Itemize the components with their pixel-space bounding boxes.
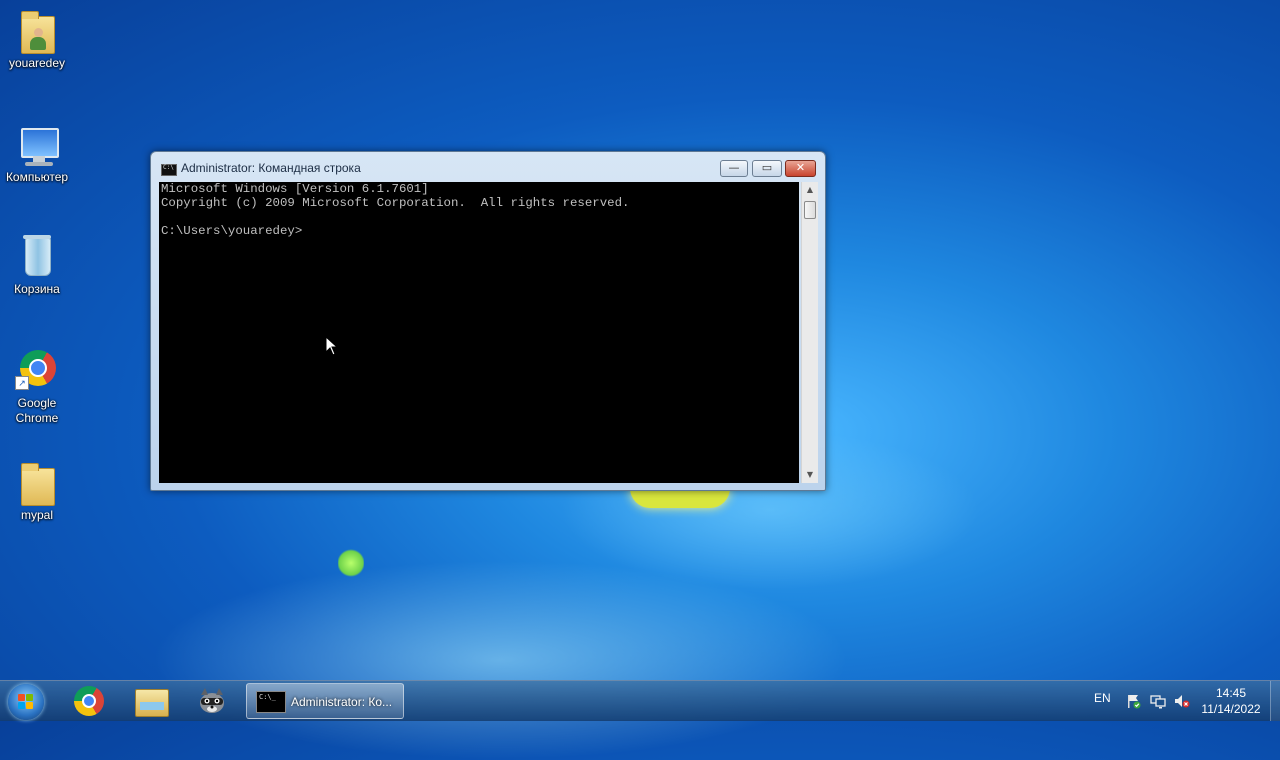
user-folder-icon <box>13 6 61 54</box>
taskbar-window-label: Administrator: Ко... <box>291 695 393 709</box>
scrollbar-thumb[interactable] <box>804 201 816 219</box>
console-line: Copyright (c) 2009 Microsoft Corporation… <box>161 196 630 210</box>
wallpaper-flower <box>630 488 730 508</box>
wallpaper-glow <box>150 560 850 760</box>
taskbar-explorer-button[interactable] <box>123 683 179 719</box>
windows-logo-icon <box>18 694 34 710</box>
cmd-icon <box>161 164 177 176</box>
folder-icon <box>13 458 61 506</box>
language-indicator[interactable]: EN <box>1094 691 1111 705</box>
chrome-icon <box>74 686 104 716</box>
cmd-window[interactable]: Administrator: Командная строка — ▭ ✕ Mi… <box>150 151 826 491</box>
desktop-icon-recycle-bin[interactable]: Корзина <box>0 232 74 297</box>
raccoon-icon <box>200 688 224 713</box>
window-title: Administrator: Командная строка <box>181 161 361 175</box>
maximize-button[interactable]: ▭ <box>752 160 782 177</box>
desktop-icon-youaredey[interactable]: youaredey <box>0 6 74 71</box>
taskbar-cmd-button[interactable]: Administrator: Ко... <box>246 683 404 719</box>
taskbar-chrome-button[interactable] <box>62 683 118 719</box>
minimize-button[interactable]: — <box>720 160 748 177</box>
console-area[interactable]: Microsoft Windows [Version 6.1.7601] Cop… <box>159 182 799 483</box>
desktop-icon-label: mypal <box>20 508 53 522</box>
volume-muted-icon[interactable] <box>1174 693 1190 709</box>
action-center-flag-icon[interactable] <box>1126 693 1142 709</box>
taskbar-raccoon-button[interactable] <box>185 683 241 719</box>
explorer-icon <box>135 689 169 717</box>
window-titlebar[interactable]: Administrator: Командная строка — ▭ ✕ <box>151 152 825 182</box>
clock-time: 14:45 <box>1215 686 1247 700</box>
recycle-bin-icon <box>13 232 61 280</box>
console-line <box>159 210 799 224</box>
scroll-up-arrow-icon[interactable]: ▲ <box>802 182 818 198</box>
mouse-pointer-icon <box>325 336 339 356</box>
cmd-icon <box>256 691 286 713</box>
system-clock[interactable]: 14:45 11/14/2022 <box>1196 685 1266 717</box>
shortcut-arrow-icon: ↗ <box>15 376 29 390</box>
close-button[interactable]: ✕ <box>785 160 816 177</box>
clock-date: 11/14/2022 <box>1201 702 1261 716</box>
desktop-icon-label: Компьютер <box>5 170 69 184</box>
desktop-icon-label: Корзина <box>14 282 60 296</box>
desktop-icon-google-chrome[interactable]: ↗ Google Chrome <box>0 346 74 426</box>
console-prompt: C:\Users\youaredey> <box>161 224 303 238</box>
network-icon[interactable] <box>1150 693 1166 709</box>
taskbar: Administrator: Ко... EN 14:45 11/14/2022 <box>0 680 1280 721</box>
desktop-icon-label: youaredey <box>8 56 66 70</box>
vertical-scrollbar[interactable]: ▲ ▼ <box>801 182 818 483</box>
desktop-icon-label: Google Chrome <box>15 396 59 425</box>
console-line: Microsoft Windows [Version 6.1.7601] <box>161 182 429 196</box>
desktop-icon-mypal[interactable]: mypal <box>0 458 74 523</box>
start-button[interactable] <box>8 684 44 720</box>
computer-icon <box>13 120 61 168</box>
wallpaper-leaf <box>338 548 364 578</box>
scroll-down-arrow-icon[interactable]: ▼ <box>802 467 818 483</box>
chrome-icon: ↗ <box>13 346 61 394</box>
desktop-icon-computer[interactable]: Компьютер <box>0 120 74 185</box>
show-desktop-button[interactable] <box>1270 681 1280 721</box>
